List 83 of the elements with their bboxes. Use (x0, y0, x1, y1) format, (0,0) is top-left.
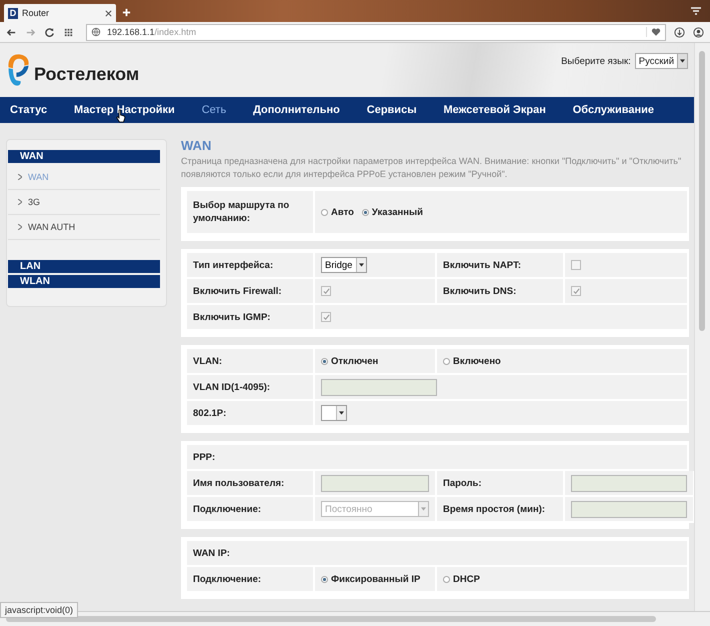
back-icon[interactable] (6, 26, 17, 38)
field-label: Подключение: (193, 572, 262, 586)
radio-button[interactable] (443, 358, 450, 364)
field-label: 802.1P: (193, 406, 226, 420)
input-field[interactable] (321, 474, 429, 492)
field-label: Имя пользователя: (193, 476, 284, 490)
download-icon[interactable] (674, 26, 685, 38)
vertical-scrollbar[interactable] (694, 43, 710, 611)
sidebar-item[interactable]: 3G (8, 190, 160, 215)
sidebar-item-label: WAN AUTH (28, 222, 76, 232)
url-text: 192.168.1.1/index.htm (107, 27, 198, 37)
field-label: Время простоя (мин): (443, 502, 546, 516)
language-label: Выберите язык: (561, 56, 631, 66)
chevron-icon (18, 174, 22, 180)
page-title: WAN (181, 138, 212, 153)
language-select[interactable]: Русский (634, 53, 688, 69)
radio-button[interactable] (321, 208, 328, 216)
radio-label: Включено (453, 356, 501, 366)
caret-icon (680, 59, 686, 63)
radio-button[interactable] (362, 208, 369, 216)
radio-label: Указанный (372, 206, 423, 218)
field-label: Выбор маршрута по умолчанию: (193, 199, 290, 225)
plus-icon[interactable] (122, 8, 131, 17)
checkbox[interactable] (571, 260, 581, 270)
account-icon[interactable] (693, 26, 704, 38)
grid-icon[interactable] (63, 26, 74, 38)
radio-label: Фиксированный IP (331, 574, 420, 584)
sidebar-item-label: 3G (28, 197, 40, 207)
menu-tab[interactable]: Статус (10, 104, 48, 116)
radio-button[interactable] (443, 576, 450, 582)
input-field[interactable] (571, 500, 687, 518)
input-field[interactable] (321, 378, 437, 396)
input-field[interactable] (571, 474, 687, 492)
menu-tab[interactable]: Сервисы (366, 104, 417, 116)
radio-button[interactable] (321, 358, 328, 364)
sidebar-item-label: WAN (28, 172, 49, 182)
dropdown[interactable]: Bridge (321, 257, 368, 273)
field-label: Включить DNS: (443, 284, 516, 298)
field-label: Пароль: (443, 476, 482, 490)
checkbox[interactable] (321, 286, 331, 296)
caret-icon (359, 263, 364, 267)
checkbox[interactable] (321, 312, 331, 322)
field-label: WAN IP: (193, 546, 230, 560)
menu-tab[interactable]: Мастер Настройки (74, 104, 175, 116)
sidebar-group-header[interactable]: WAN (8, 150, 160, 163)
menu-tab[interactable]: Дополнительно (253, 104, 340, 116)
dropdown[interactable] (321, 405, 347, 421)
sidebar-group-header[interactable]: LAN (8, 260, 160, 273)
forward-icon[interactable] (25, 26, 36, 38)
page-description: Страница предназначена для настройки параметров интерфейса WAN. Внимание: кнопки "Подключить" и "Отключить" появляются только если для интерфейса PPPoE установлен режим "Ручной". (181, 155, 682, 181)
chevron-icon (18, 199, 22, 205)
field-label: VLAN ID(1-4095): (193, 380, 270, 394)
heart-icon[interactable] (646, 27, 661, 37)
field-label: Включить Firewall: (193, 284, 282, 298)
sidebar-item[interactable]: WAN AUTH (8, 215, 160, 240)
close-icon[interactable] (105, 10, 112, 16)
address-bar[interactable]: 192.168.1.1/index.htm (86, 24, 666, 40)
radio-label: Авто (331, 206, 354, 218)
reload-icon[interactable] (44, 26, 55, 38)
field-label: Тип интерфейса: (193, 258, 274, 272)
menu-tab[interactable]: Сеть (202, 104, 226, 116)
favicon: D (8, 8, 18, 18)
caret-icon (339, 411, 344, 415)
radio-label: Отключен (331, 356, 378, 366)
checkbox[interactable] (571, 286, 581, 296)
menu-tab[interactable]: Обслуживание (572, 104, 654, 116)
radio-button[interactable] (321, 576, 328, 582)
status-url-tooltip: javascript:void(0) (0, 602, 78, 618)
caret-icon (421, 507, 426, 511)
chevron-icon (18, 224, 22, 230)
field-label: Подключение: (193, 502, 262, 516)
field-label: VLAN: (193, 354, 222, 368)
sidebar-group-header[interactable]: WLAN (8, 275, 160, 288)
logo-text: Ростелеком (34, 64, 140, 85)
globe-icon (91, 27, 101, 37)
browser-tab[interactable]: D Router (4, 4, 116, 22)
field-label: PPP: (193, 450, 216, 464)
menu-tab[interactable]: Межсетевой Экран (443, 104, 546, 116)
field-label: Включить NAPT: (443, 258, 521, 272)
tab-title: Router (22, 8, 50, 18)
field-label: Включить IGMP: (193, 310, 270, 324)
menu-icon[interactable] (690, 6, 702, 16)
radio-label: DHCP (453, 574, 480, 584)
